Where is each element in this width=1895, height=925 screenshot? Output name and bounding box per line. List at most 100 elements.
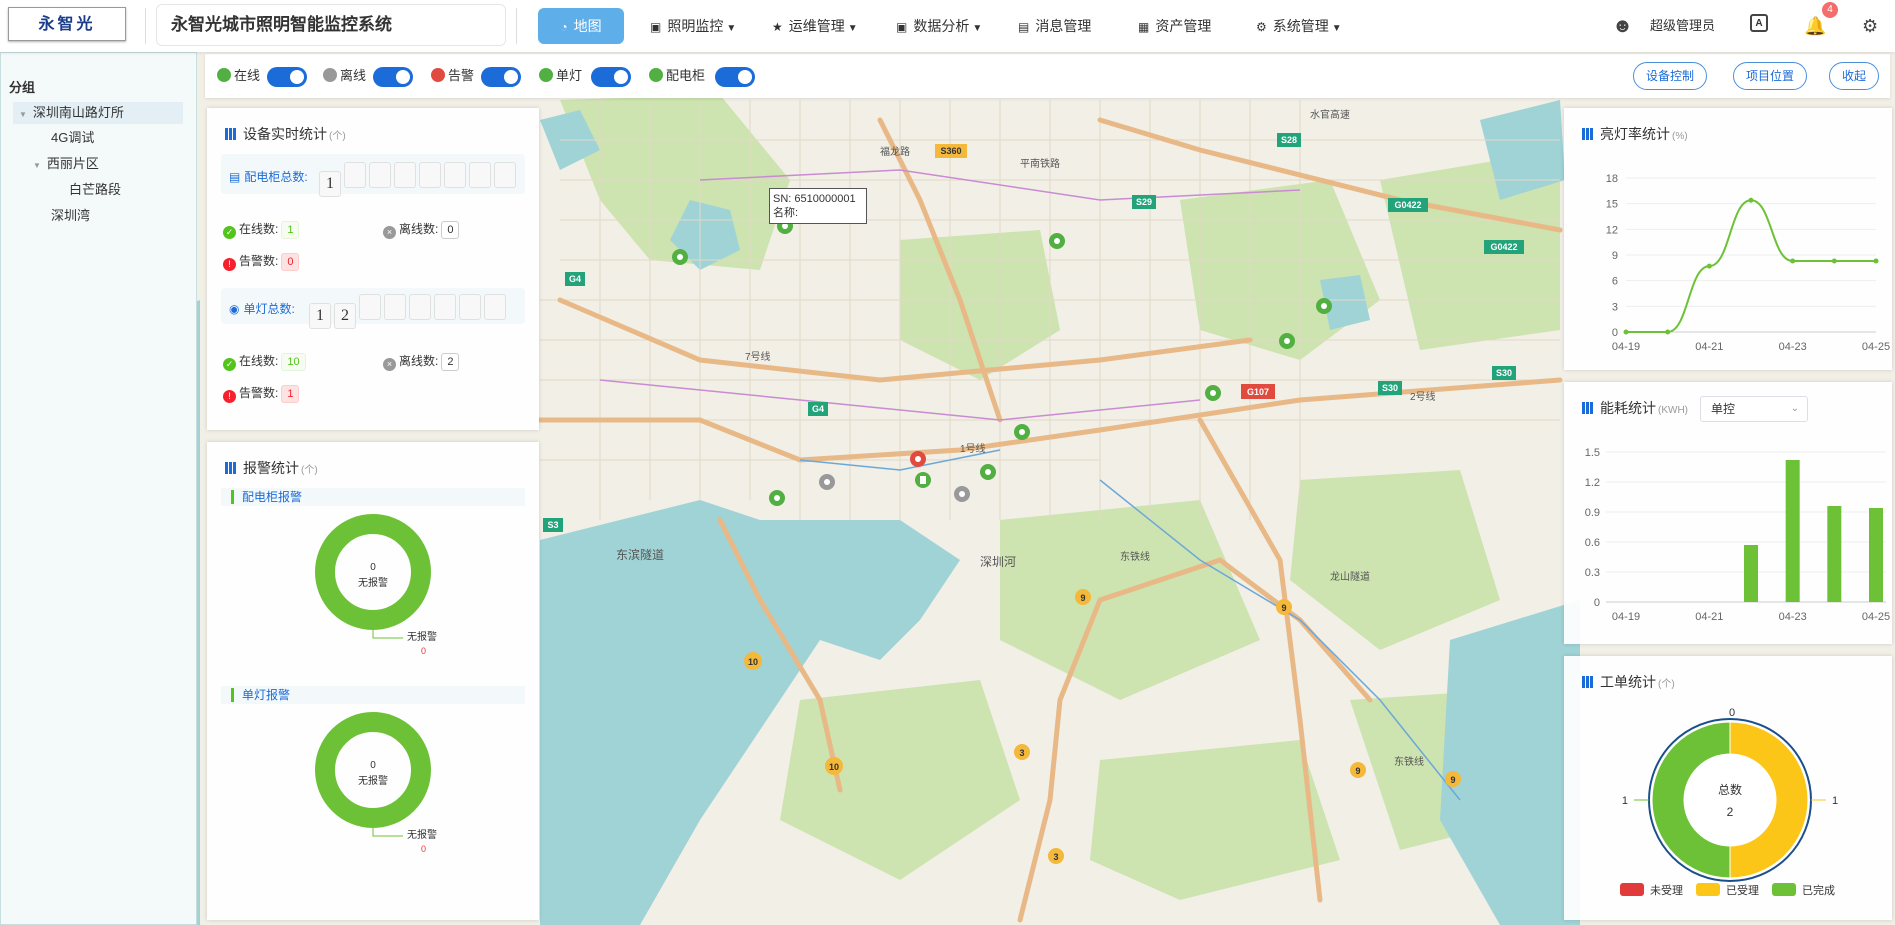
map-label: 10 <box>748 657 758 667</box>
caret-down-icon[interactable]: ▼ <box>19 110 27 119</box>
lamp-marker-online[interactable] <box>1279 333 1295 349</box>
collapse-button[interactable]: 收起 <box>1829 62 1880 90</box>
light-rate-title: 亮灯率统计 (%) <box>1582 124 1688 144</box>
map-label: G107 <box>1247 387 1269 397</box>
map-label: G4 <box>569 274 581 284</box>
lamp-marker-online[interactable] <box>1205 385 1221 401</box>
lamp-marker-alarm[interactable] <box>910 451 926 467</box>
digit <box>369 162 391 188</box>
donut-center-value: 0 <box>370 562 376 573</box>
user-name[interactable]: 超级管理员 <box>1650 8 1715 44</box>
bar-chart-icon <box>225 128 237 140</box>
lamp-alarm-section: 单灯报警 <box>231 688 290 702</box>
callout-label: 无报警 <box>407 828 437 841</box>
energy-mode-select[interactable]: 单控 ⌄ <box>1700 396 1808 422</box>
project-location-button[interactable]: 项目位置 <box>1733 62 1808 90</box>
panel-unit: (%) <box>1672 131 1688 142</box>
lamp-marker-online[interactable] <box>1014 424 1030 440</box>
tree-node-shenzhenwan[interactable]: 深圳湾 <box>51 205 90 227</box>
cabinet-total-digits: 1 <box>319 162 519 197</box>
map-label: 水官高速 <box>1310 108 1350 121</box>
settings-icon[interactable]: ⚙ <box>1862 8 1878 44</box>
slice-value-label: 1 <box>1832 795 1838 807</box>
nav-label: 地图 <box>573 18 602 34</box>
tree-node-label: 4G调试 <box>51 130 95 145</box>
x-tick-label: 04-23 <box>1779 341 1807 353</box>
caret-down-icon: ▼ <box>972 23 983 34</box>
caret-down-icon: ▼ <box>1331 23 1342 34</box>
lamp-marker-online[interactable] <box>1316 298 1332 314</box>
toggle-lamp[interactable] <box>591 67 631 87</box>
tree-node-baimang[interactable]: 白芒路段 <box>69 179 121 201</box>
alarm-dot-icon <box>431 68 445 82</box>
map-label: G0422 <box>1394 200 1421 210</box>
device-control-button[interactable]: 设备控制 <box>1633 62 1708 90</box>
nav-messages[interactable]: ▤ 消息管理 <box>1008 8 1101 44</box>
value: 1 <box>281 221 300 239</box>
lamp-marker-online[interactable] <box>1049 233 1065 249</box>
map-label: S3 <box>547 520 558 530</box>
map-marker-popup: SN: 6510000001 名称: <box>769 188 867 224</box>
map-label: 9 <box>1281 603 1286 613</box>
line-point <box>1790 258 1796 264</box>
label-text: 告警数: <box>239 254 279 268</box>
alert-icon: ! <box>223 258 236 271</box>
toggle-cabinet[interactable] <box>715 67 755 87</box>
work-order-chart: 总数 2 0 1 1 未受理 已受理 已完成 <box>1620 707 1838 897</box>
nav-system[interactable]: ⚙ 系统管理 ▼ <box>1246 8 1352 44</box>
bar <box>1869 508 1883 602</box>
tree-node-4g[interactable]: 4G调试 <box>51 127 94 149</box>
slice-value-label: 0 <box>1729 707 1735 719</box>
user-icon[interactable]: ☻ <box>1612 8 1633 44</box>
caret-down-icon[interactable]: ▼ <box>33 161 41 170</box>
digit: 2 <box>334 303 356 329</box>
nav-ops[interactable]: ★ 运维管理 ▼ <box>762 8 868 44</box>
label-text: 单灯总数: <box>243 302 295 316</box>
map-label: 3 <box>1053 852 1058 862</box>
line-point <box>1623 329 1629 335</box>
tree-node-xili[interactable]: ▼ 西丽片区 <box>33 153 99 177</box>
digit <box>469 162 491 188</box>
close-icon: × <box>383 226 396 239</box>
toggle-online[interactable] <box>267 67 307 87</box>
callout-value: 0 <box>421 844 426 854</box>
lamp-marker-online[interactable] <box>769 490 785 506</box>
cabinet-icon: ▤ <box>229 170 241 184</box>
map-label: 龙山隧道 <box>1330 570 1370 583</box>
device-stats-title: 设备实时统计 (个) <box>225 124 346 144</box>
caret-down-icon: ▼ <box>847 23 858 34</box>
tree-node-nanshan[interactable]: ▼ 深圳南山路灯所 <box>13 102 183 124</box>
bar-chart-icon <box>1582 402 1594 414</box>
cabinet-marker-online[interactable] <box>915 472 931 488</box>
lamp-icon: ◉ <box>229 302 240 316</box>
y-tick-label: 0 <box>1594 597 1600 609</box>
nav-data-analysis[interactable]: ▣ 数据分析 ▼ <box>886 8 992 44</box>
donut-center-label: 无报警 <box>358 576 388 589</box>
legend-swatch <box>1772 883 1796 896</box>
digit <box>409 294 431 320</box>
language-icon[interactable]: A <box>1750 14 1768 32</box>
gear-icon: ⚙ <box>1256 20 1267 34</box>
toggle-offline[interactable] <box>373 67 413 87</box>
nav-map[interactable]: ◔ 地图 <box>538 8 624 44</box>
label-text: 在线数: <box>239 354 279 368</box>
label-text: 离线数: <box>399 222 439 236</box>
group-sidebar: 分组 ▼ 深圳南山路灯所 4G调试 ▼ 西丽片区 白芒路段 深圳湾 <box>0 52 197 925</box>
lamp-marker-offline[interactable] <box>819 474 835 490</box>
line-point <box>1831 258 1837 264</box>
lamp-offline: × 离线数: 2 <box>383 352 460 371</box>
lamp-marker-online[interactable] <box>980 464 996 480</box>
map-label: 1号线 <box>960 442 986 455</box>
toggle-alarm[interactable] <box>481 67 521 87</box>
line-point <box>1665 329 1671 335</box>
device-stats-panel: 设备实时统计 (个) ▤ 配电柜总数: 1 ✓ 在线数: 1 × 离线数: 0 ! 告警数: 0… <box>207 108 539 430</box>
lamp-marker-offline[interactable] <box>954 486 970 502</box>
panel-title-text: 报警统计 <box>243 460 299 476</box>
y-tick-label: 0.6 <box>1585 537 1600 549</box>
nav-lighting-monitor[interactable]: ▣ 照明监控 ▼ <box>640 8 746 44</box>
nav-assets[interactable]: ▦ 资产管理 <box>1128 8 1221 44</box>
lamp-marker-online[interactable] <box>672 249 688 265</box>
alarm-stats-title: 报警统计 (个) <box>225 458 318 478</box>
y-tick-label: 0 <box>1612 327 1618 339</box>
map-label: 深圳河 <box>980 555 1016 569</box>
